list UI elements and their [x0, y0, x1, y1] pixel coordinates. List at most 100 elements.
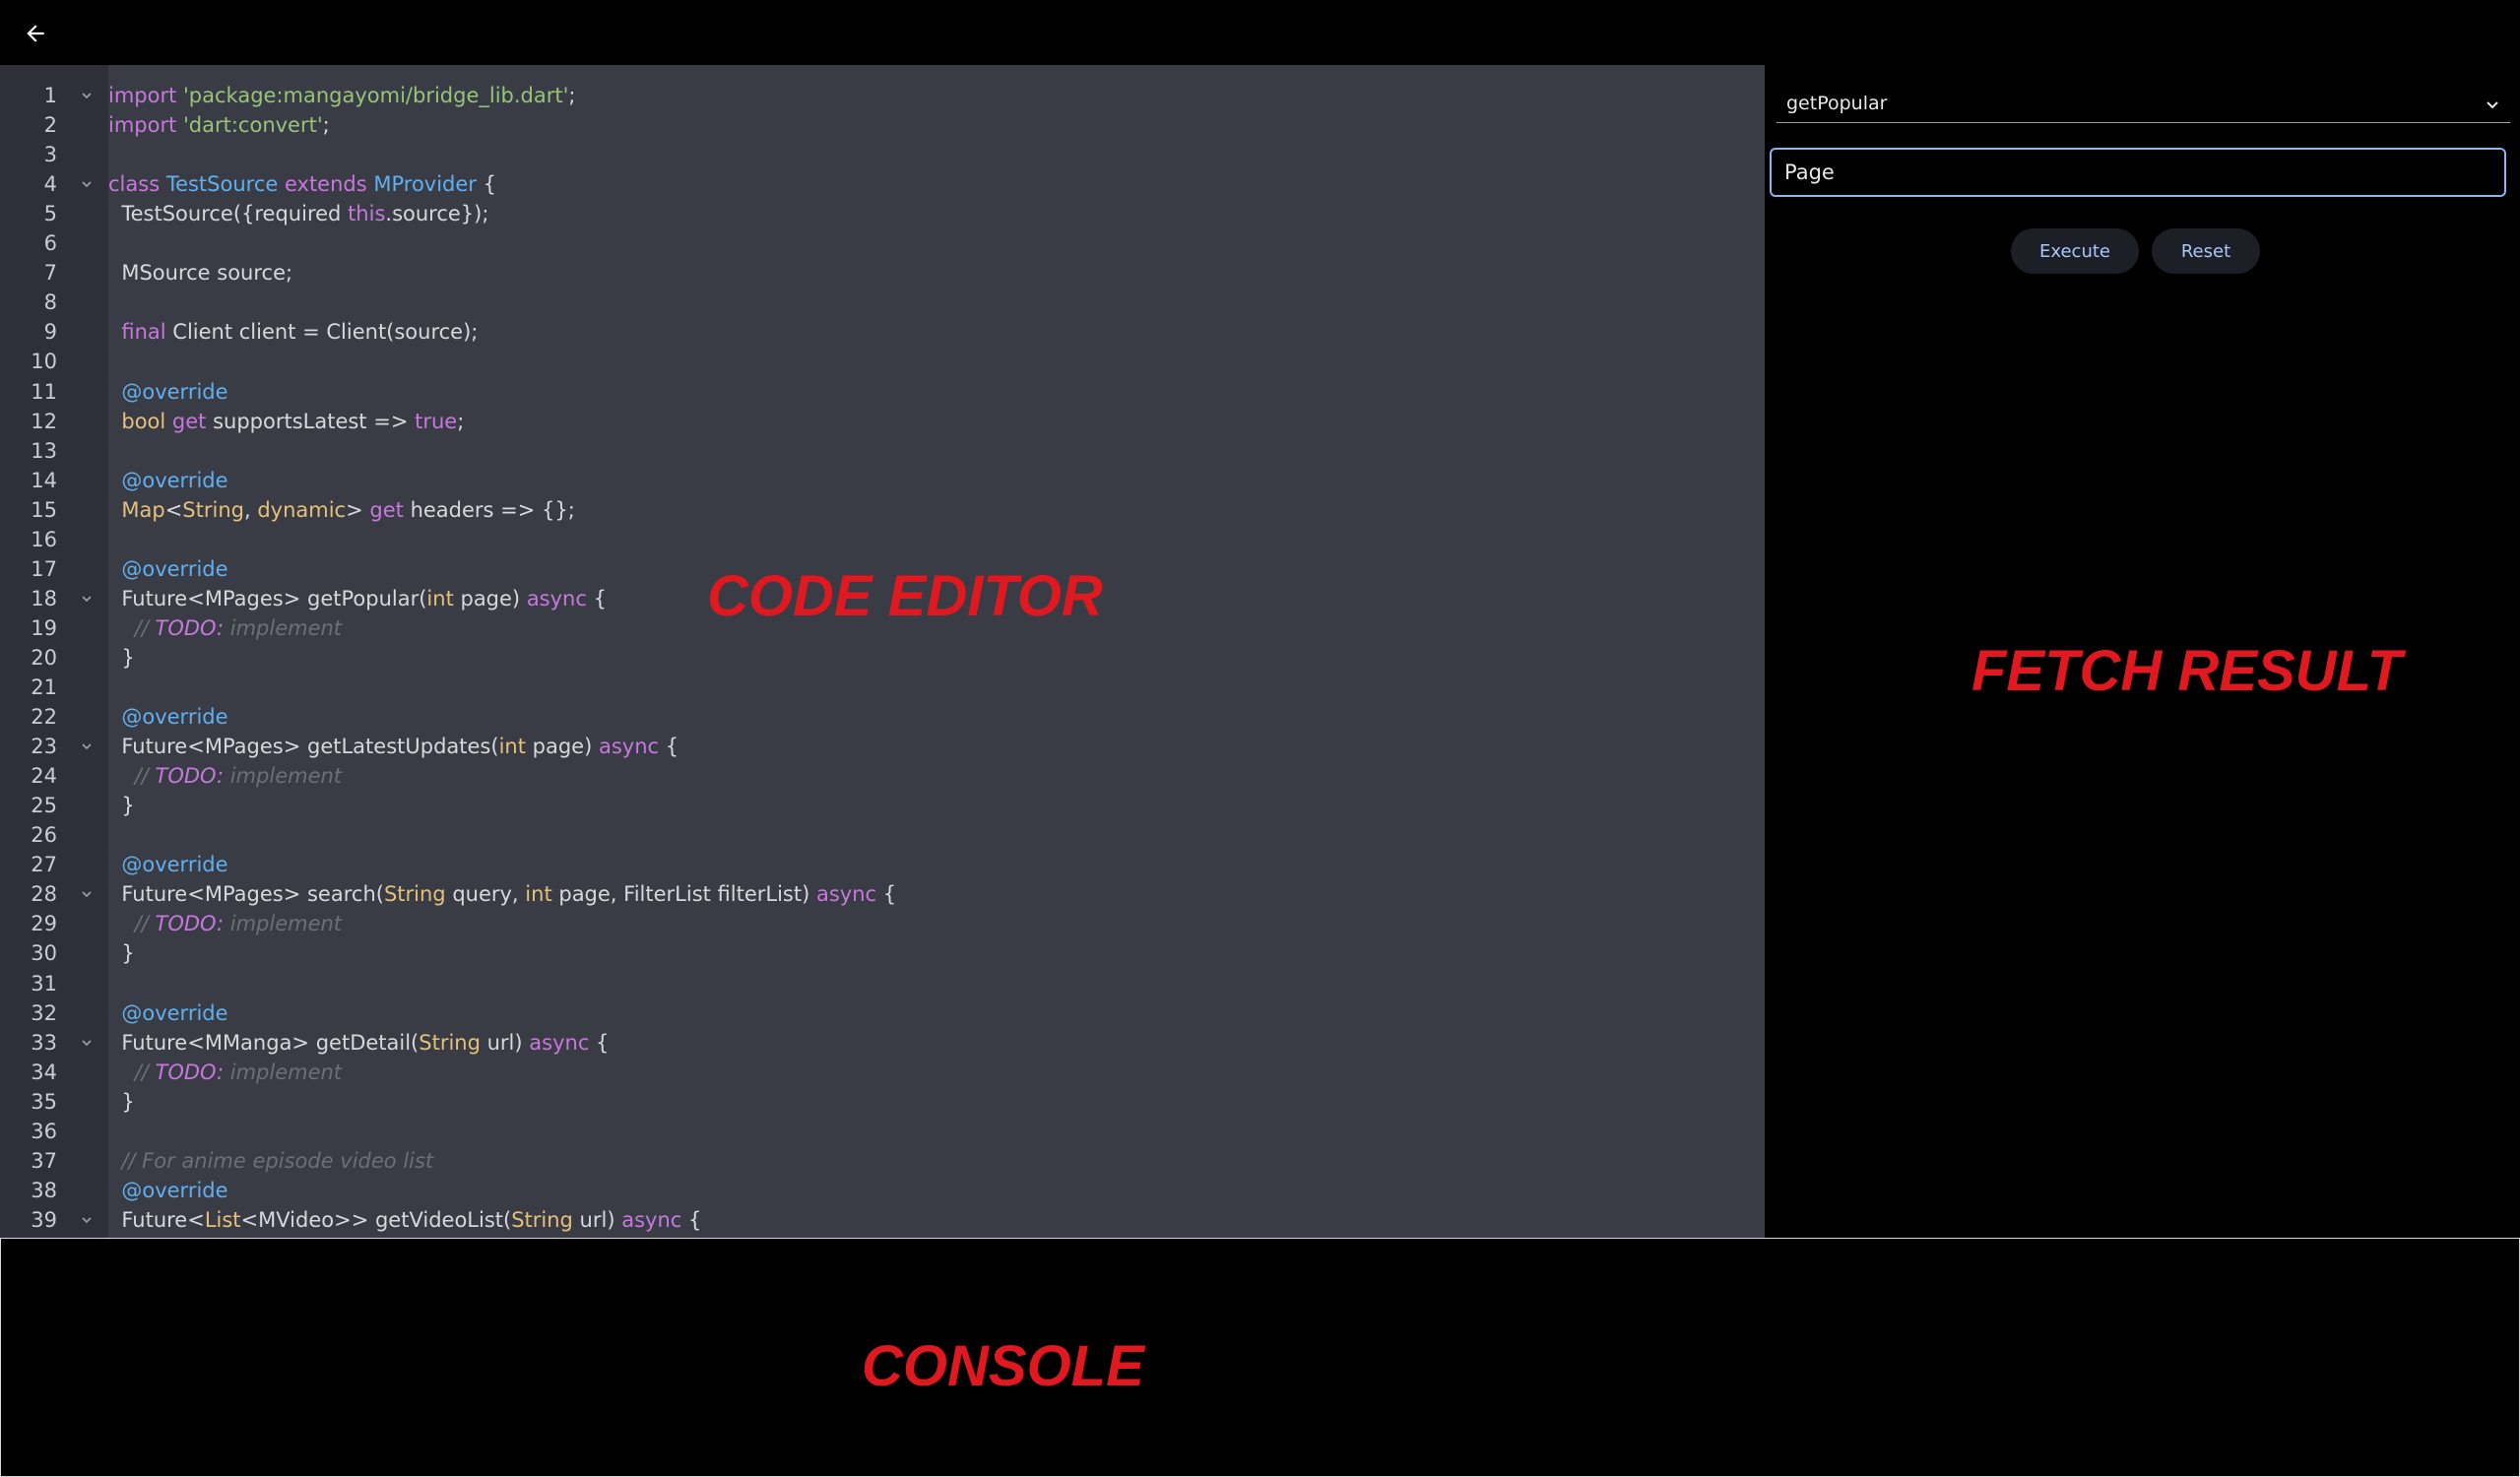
- code-token: Future<: [108, 1207, 205, 1232]
- fold-toggle-icon[interactable]: [77, 81, 97, 110]
- code-token: {: [596, 1030, 610, 1055]
- code-token: <MVideo>> getVideoList(: [240, 1207, 512, 1232]
- line-number: 1: [43, 84, 57, 107]
- code-token: List: [204, 1207, 241, 1232]
- line-number: 24: [31, 764, 57, 789]
- code-token: dynamic: [257, 497, 347, 522]
- code-line: // For anime episode video list: [108, 1146, 433, 1176]
- back-button[interactable]: [16, 14, 55, 53]
- code-token: String: [419, 1030, 487, 1055]
- code-token: }: [108, 941, 135, 966]
- line-number: 18: [31, 586, 57, 610]
- code-line: Map<String, dynamic> get headers => {};: [108, 495, 575, 525]
- code-token: //: [134, 615, 156, 640]
- line-number: 12: [31, 409, 57, 433]
- code-editor[interactable]: 1 2 3 4 5 6 7 8 9 10 11 12 13 14 15 16 17 18 19 20 21 22 23 24 2…: [0, 65, 1765, 1238]
- code-token: implement: [224, 912, 343, 936]
- code-token: TODO:: [155, 615, 225, 640]
- code-line: }: [108, 643, 134, 673]
- code-token: import: [108, 113, 184, 138]
- code-token: page, FilterList filterList): [558, 882, 816, 907]
- code-area[interactable]: import 'package:mangayomi/bridge_lib.dar…: [108, 65, 1765, 1238]
- code-token: {: [476, 172, 496, 197]
- fetch-panel: getPopular Execute Reset FETCH RESULT: [1765, 65, 2520, 1238]
- code-token: int: [498, 735, 533, 759]
- code-token: page): [532, 735, 599, 759]
- code-token: String: [383, 882, 453, 907]
- fold-toggle-icon[interactable]: [77, 169, 97, 199]
- line-number: 16: [31, 527, 57, 551]
- fold-toggle-icon[interactable]: [77, 584, 97, 613]
- code-token: {: [665, 735, 679, 759]
- code-token: @override: [121, 556, 228, 581]
- code-line: // TODO: implement: [108, 613, 342, 643]
- line-number: 23: [31, 735, 57, 759]
- line-number: 31: [31, 971, 57, 995]
- code-token: async: [621, 1207, 688, 1232]
- fold-toggle-icon[interactable]: [77, 879, 97, 909]
- line-number: 9: [43, 320, 57, 345]
- fold-toggle-icon[interactable]: [77, 1205, 97, 1235]
- code-token: }: [108, 794, 135, 818]
- line-number: 19: [31, 615, 57, 640]
- code-line: MSource source;: [108, 258, 292, 288]
- code-line: final Client client = Client(source);: [108, 317, 478, 347]
- line-number: 28: [31, 882, 57, 907]
- line-number: 17: [31, 556, 57, 581]
- line-number: 39: [31, 1207, 57, 1232]
- code-line: import 'dart:convert';: [108, 110, 330, 140]
- execute-button[interactable]: Execute: [2011, 228, 2139, 274]
- code-token: @override: [121, 468, 228, 492]
- code-token: extends: [284, 172, 374, 197]
- line-number: 4: [43, 172, 57, 197]
- code-token: TestSource({required: [108, 202, 349, 226]
- code-token: @override: [121, 1000, 228, 1025]
- code-token: async: [598, 735, 666, 759]
- code-token: TODO:: [155, 912, 225, 936]
- code-token: int: [426, 586, 461, 610]
- line-number: 35: [31, 1089, 57, 1114]
- line-number: 3: [43, 143, 57, 167]
- code-line: @override: [108, 850, 227, 879]
- code-token: url): [486, 1030, 530, 1055]
- code-editor-label: CODE EDITOR: [707, 564, 1103, 628]
- code-line: @override: [108, 554, 228, 584]
- line-number: 21: [31, 675, 57, 699]
- fold-toggle-icon[interactable]: [77, 732, 97, 761]
- page-input[interactable]: [1770, 148, 2506, 197]
- code-line: @override: [108, 1176, 227, 1205]
- code-token: //: [134, 1060, 156, 1084]
- fetch-result-label: FETCH RESULT: [1971, 639, 2403, 703]
- line-number: 30: [31, 941, 57, 966]
- code-token: Future<MManga> getDetail(: [108, 1030, 420, 1055]
- code-token: true: [415, 409, 458, 433]
- code-token: ;: [568, 84, 576, 107]
- code-line: Future<MPages> getLatestUpdates(int page…: [108, 732, 678, 761]
- method-dropdown[interactable]: getPopular: [1777, 87, 2510, 123]
- code-token: final: [121, 320, 173, 345]
- line-number: 38: [31, 1178, 57, 1202]
- reset-button[interactable]: Reset: [2152, 228, 2260, 274]
- code-token: headers => {};: [410, 497, 575, 522]
- fold-toggle-icon[interactable]: [77, 1028, 97, 1058]
- line-number: 20: [31, 645, 57, 670]
- code-token: {: [687, 1207, 702, 1232]
- line-number: 34: [31, 1060, 57, 1084]
- code-line: @override: [108, 466, 228, 495]
- code-token: @override: [121, 379, 228, 404]
- console-label: CONSOLE: [862, 1334, 1144, 1398]
- code-token: Future<MPages> getLatestUpdates(: [108, 735, 499, 759]
- line-number: 33: [31, 1030, 57, 1055]
- code-token: implement: [224, 764, 343, 789]
- line-number: 27: [31, 853, 57, 877]
